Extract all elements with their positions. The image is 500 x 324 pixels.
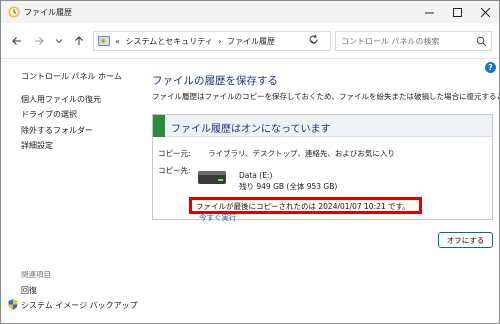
close-button[interactable] [471,1,499,23]
breadcrumb-file-history[interactable]: ファイル履歴 [227,37,275,46]
maximize-icon [452,7,462,17]
arrow-up-icon [75,36,83,45]
status-panel-title: ファイル履歴はオンになっています [171,124,331,135]
arrow-left-icon [12,37,21,45]
up-button[interactable] [71,33,87,49]
maximize-button[interactable] [443,1,471,23]
search-box[interactable] [335,31,492,51]
navigation-bar: « システムとセキュリティ › ファイル履歴 [1,23,499,59]
window-title: ファイル履歴 [24,8,72,17]
status-panel-header: ファイル履歴はオンになっています [153,115,492,137]
chevron-down-icon [55,39,63,44]
status-indicator [153,115,165,137]
forward-button[interactable] [31,33,47,49]
shield-icon [8,299,18,310]
run-now-link[interactable]: 今すぐ実行 [199,212,237,223]
title-bar: ファイル履歴 [1,1,499,23]
search-input[interactable] [341,35,471,48]
sidebar-item-advanced-settings[interactable]: 詳細設定 [21,140,53,151]
breadcrumb-separator: › [218,37,222,46]
recent-locations-button[interactable] [51,33,67,49]
control-panel-home-link[interactable]: コントロール パネル ホーム [21,71,122,82]
copy-to-label: コピー先: [158,166,191,175]
minimize-icon [424,12,434,13]
close-icon [480,7,490,17]
refresh-button[interactable] [306,32,320,46]
sidebar-item-restore-files[interactable]: 個人用ファイルの復元 [21,94,101,105]
related-link-system-image-backup[interactable]: システム イメージ バックアップ [21,300,138,311]
copy-from-value: ライブラリ、デスクトップ、連絡先、およびお気に入り [208,149,395,158]
drive-space: 残り 949 GB (全体 953 GB) [239,182,338,191]
last-copy-text: ファイルが最後にコピーされたのは 2024/01/07 10:21 です。 [196,202,410,211]
sidebar-item-exclude-folders[interactable]: 除外するフォルダー [21,125,93,136]
page-title: ファイルの履歴を保存する [152,75,278,87]
page-description: ファイル履歴はファイルのコピーを保存しておくため、ファイルを紛失または破損した場… [152,92,499,101]
breadcrumb-system-security[interactable]: システムとセキュリティ [125,37,212,46]
file-history-window: ファイル履歴 « システムとセキュリティ › ファイル履歴 コントロール パネル… [0,0,500,324]
breadcrumb: « システムとセキュリティ › ファイル履歴 [115,36,278,47]
minimize-button[interactable] [415,1,443,23]
refresh-icon [309,34,317,43]
help-icon[interactable]: ? [485,62,496,73]
breadcrumb-overflow[interactable]: « [115,37,120,46]
turn-off-button[interactable]: オフにする [438,232,493,248]
arrow-right-icon [35,37,44,45]
related-link-recovery[interactable]: 回復 [21,285,37,296]
drive-name: Data (E:) [239,171,273,180]
hard-drive-icon [198,171,226,184]
file-history-app-icon [8,6,20,18]
related-heading: 関連項目 [21,270,51,279]
search-icon[interactable] [476,36,487,47]
address-bar[interactable]: « システムとセキュリティ › ファイル履歴 [93,31,331,51]
status-panel: ファイル履歴はオンになっています コピー元: ライブラリ、デスクトップ、連絡先、… [152,114,493,223]
back-button[interactable] [9,33,25,49]
control-panel-icon [98,36,110,46]
sidebar-item-select-drive[interactable]: ドライブの選択 [21,109,77,120]
copy-from-label: コピー元: [158,149,191,158]
